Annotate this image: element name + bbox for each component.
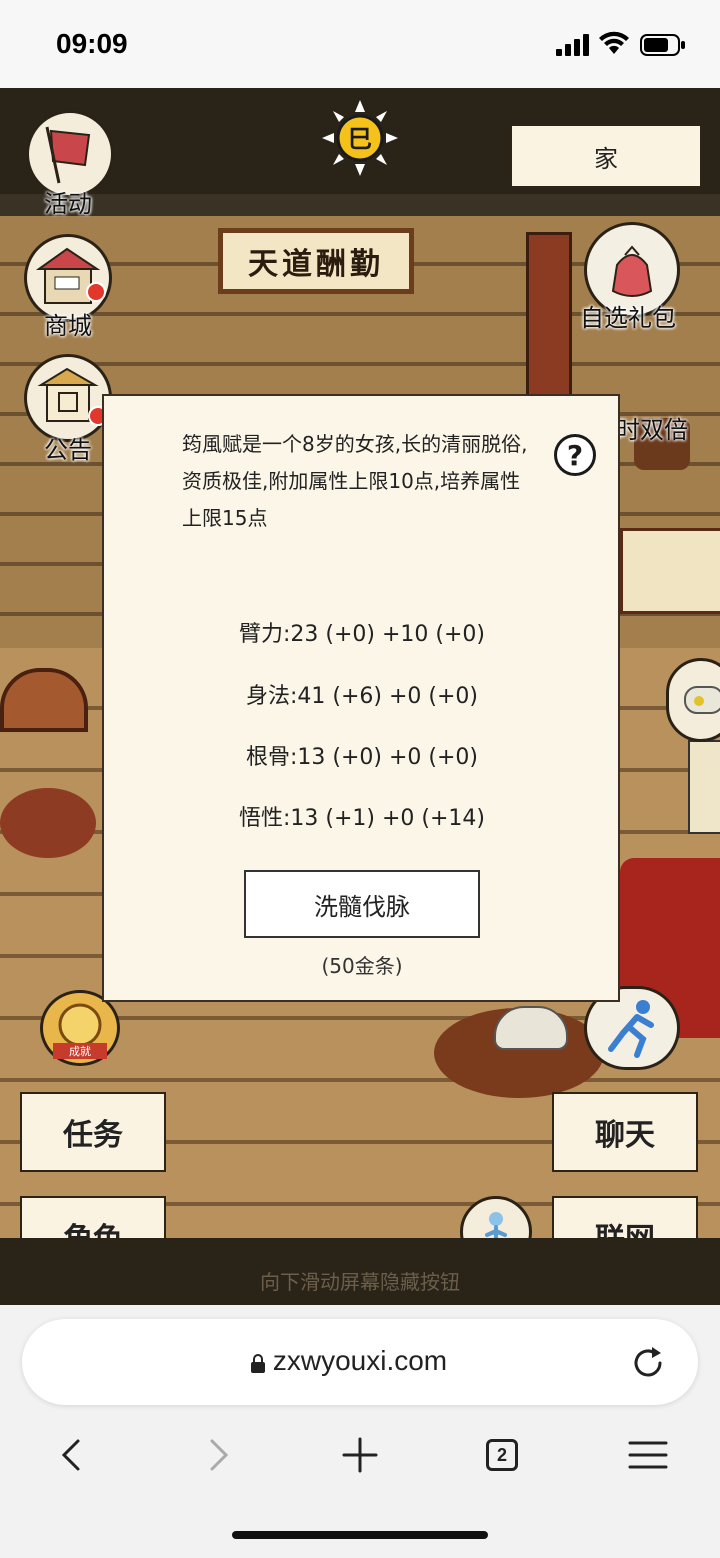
stat-constitution: 根骨:13 (+0) +0 (+0)	[245, 745, 478, 770]
help-icon[interactable]: ?	[554, 434, 596, 476]
gamepad-float-icon[interactable]	[666, 658, 720, 742]
task-button[interactable]: 任务	[20, 1092, 166, 1172]
home-button[interactable]: 家	[510, 124, 702, 188]
notice-icon[interactable]	[24, 354, 112, 442]
notice-board-icon	[37, 367, 99, 422]
back-icon[interactable]	[48, 1431, 96, 1479]
chair-decor	[0, 668, 88, 732]
character-description: 筠風赋是一个8岁的女孩,长的清丽脱俗,资质极佳,附加属性上限10点,培养属性上限…	[182, 432, 528, 530]
svg-text:巳: 巳	[348, 125, 372, 153]
tabs-button[interactable]: 2	[486, 1439, 518, 1471]
status-bar: 09:09	[0, 0, 720, 88]
forward-icon[interactable]	[194, 1431, 242, 1479]
game-scene: 巳 家 天道酬勤 活动 商城 公告 自选礼包 时双倍 成就 任务 聊天 向下滑动…	[0, 88, 720, 1305]
reload-icon[interactable]	[630, 1345, 666, 1381]
cabinet-decor	[526, 232, 572, 398]
sun-time-icon[interactable]: 巳	[322, 100, 398, 176]
plaque-sign: 天道酬勤	[218, 228, 414, 294]
refine-cost: (50金条)	[321, 954, 403, 978]
wifi-icon	[599, 31, 629, 54]
address-bar[interactable]: zxwyouxi.com	[22, 1319, 698, 1405]
cellular-signal-icon	[556, 34, 589, 56]
browser-toolbar: zxwyouxi.com 2	[0, 1305, 720, 1558]
ceiling-trim	[0, 194, 720, 216]
character-dialog: 筠風赋是一个8岁的女孩,长的清丽脱俗,资质极佳,附加属性上限10点,培养属性上限…	[102, 394, 620, 1002]
gift-pack-label: 自选礼包	[580, 304, 676, 332]
teapot-decor	[494, 1006, 568, 1050]
flag-icon	[45, 126, 91, 184]
round-table-decor	[0, 788, 96, 858]
home-indicator	[232, 1531, 488, 1539]
gamepad-icon	[684, 686, 720, 714]
new-tab-icon[interactable]	[336, 1431, 384, 1479]
flower-screen-decor	[620, 528, 720, 614]
stat-comprehension: 悟性:13 (+1) +0 (+14)	[238, 806, 485, 831]
menu-icon[interactable]	[624, 1431, 672, 1479]
shop-notification-dot	[86, 282, 106, 302]
refine-button[interactable]: 洗髓伐脉	[244, 870, 480, 938]
activity-label: 活动	[44, 190, 92, 218]
hanging-scroll-decor	[688, 740, 720, 834]
chat-button[interactable]: 聊天	[552, 1092, 698, 1172]
status-time: 09:09	[56, 28, 128, 59]
shop-label: 商城	[44, 312, 92, 340]
battery-icon	[640, 34, 685, 56]
scroll-hint: 向下滑动屏幕隐藏按钮	[260, 1270, 460, 1294]
svg-text:成就: 成就	[69, 1044, 91, 1058]
url-text: zxwyouxi.com	[272, 1345, 448, 1376]
double-label: 时双倍	[616, 416, 688, 444]
notice-label: 公告	[44, 436, 92, 464]
achievement-badge-icon: 成就	[53, 1003, 107, 1059]
stat-strength: 臂力:23 (+0) +10 (+0)	[238, 622, 485, 647]
stat-agility: 身法:41 (+6) +0 (+0)	[245, 684, 478, 709]
